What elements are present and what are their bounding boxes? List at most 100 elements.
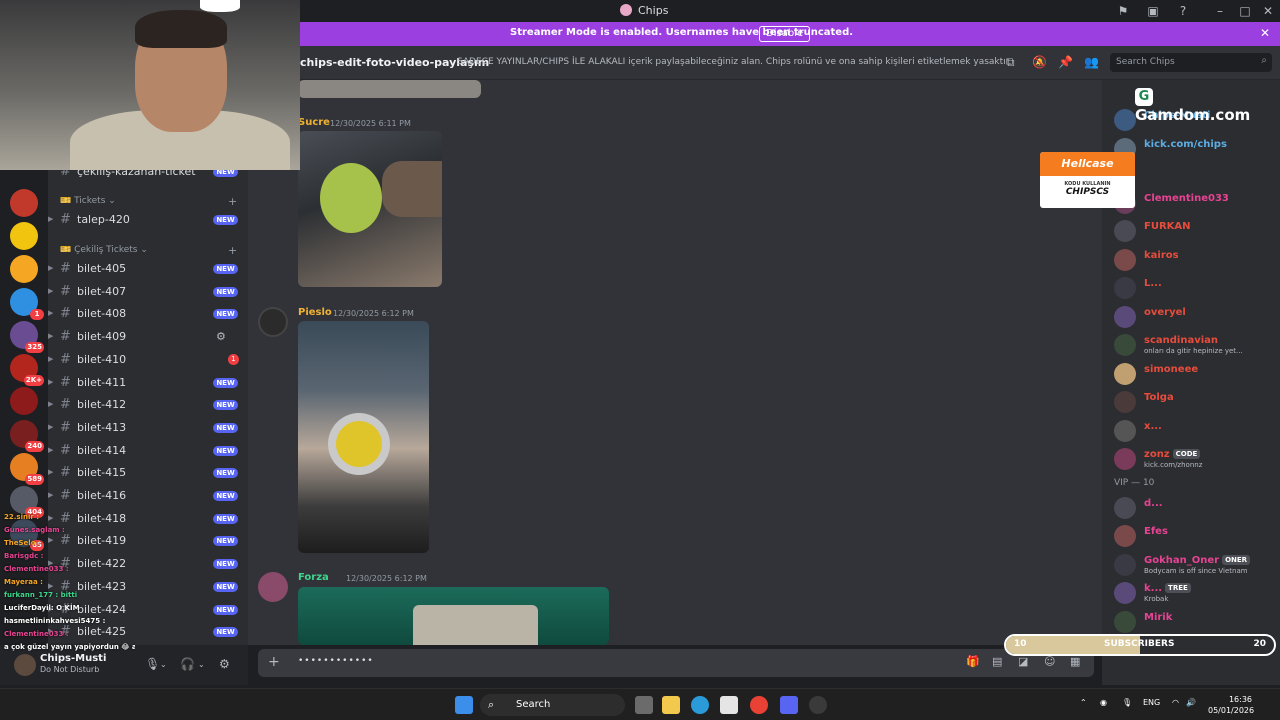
channel-item-bilet-414[interactable]: ▶ # bilet-414 NEW (48, 441, 248, 461)
member-item[interactable]: x... (1114, 419, 1280, 443)
server-icon[interactable] (10, 255, 38, 283)
category-cekilis-tickets[interactable]: 🎫 Çekiliş Tickets ⌄ + (60, 244, 237, 257)
task-view-icon[interactable] (635, 696, 653, 714)
windows-start-icon[interactable] (455, 696, 473, 714)
server-icon[interactable]: 325 (10, 321, 44, 353)
member-item[interactable]: Mirik (1114, 610, 1280, 634)
channel-item-talep-420[interactable]: ▶ # talep-420 NEW (48, 210, 248, 230)
screen-share-icon[interactable]: ▣ (1145, 3, 1161, 19)
system-clock[interactable]: 16:36 05/01/2026 (1208, 694, 1254, 716)
member-item[interactable]: kairos (1114, 248, 1280, 272)
attachment-image-yellow-watch[interactable] (298, 321, 429, 553)
channel-item-bilet-416[interactable]: ▶ # bilet-416 NEW (48, 486, 248, 506)
obs-icon[interactable] (809, 696, 827, 714)
tray-chevron-icon[interactable]: ⌃ (1080, 698, 1087, 707)
member-item[interactable]: FURKAN (1114, 219, 1280, 243)
tray-mic-icon[interactable]: 🎙 (1122, 698, 1132, 707)
chevron-down-icon[interactable]: ⌄ (160, 660, 167, 669)
close-window-icon[interactable]: ✕ (1260, 3, 1276, 19)
server-icon[interactable]: 2K+ (10, 354, 44, 386)
channel-item-bilet-405[interactable]: ▶ # bilet-405 NEW (48, 259, 248, 279)
channel-item-bilet-407[interactable]: ▶ # bilet-407 NEW (48, 282, 248, 302)
language-indicator[interactable]: ENG (1143, 698, 1160, 707)
member-item[interactable]: zonz CODE kick.com/zhonnz (1114, 447, 1280, 471)
headphones-icon[interactable]: 🎧 (180, 657, 195, 671)
channel-item-bilet-413[interactable]: ▶ # bilet-413 NEW (48, 418, 248, 438)
sticker-icon[interactable]: ◪ (1018, 655, 1028, 668)
apps-icon[interactable]: ▦ (1070, 655, 1080, 668)
channel-item-bilet-415[interactable]: ▶ # bilet-415 NEW (48, 463, 248, 483)
tray-discord-icon[interactable]: ◉ (1100, 698, 1107, 707)
microphone-icon[interactable]: 🎙 (145, 657, 160, 671)
chevron-down-icon[interactable]: ⌄ (198, 660, 205, 669)
pinned-messages-icon[interactable]: 📌 (1058, 55, 1073, 69)
avatar[interactable] (258, 307, 288, 337)
message-author[interactable]: Forza (298, 572, 329, 583)
channel-topic[interactable]: SADECE YAYINLAR/CHIPS İLE ALAKALI içerik… (457, 57, 1011, 67)
message-timestamp: 12/30/2025 6:12 PM (333, 309, 414, 318)
store-icon[interactable] (720, 696, 738, 714)
avatar (1114, 109, 1136, 131)
edge-icon[interactable] (691, 696, 709, 714)
minimize-icon[interactable]: – (1212, 3, 1228, 19)
server-icon[interactable]: 589 (10, 453, 44, 485)
channel-item-bilet-411[interactable]: ▶ # bilet-411 NEW (48, 373, 248, 393)
message-author[interactable]: Sucre (298, 117, 330, 128)
member-item[interactable]: k... TREE Krobak (1114, 581, 1280, 605)
member-list-icon[interactable]: 👥 (1084, 55, 1099, 69)
maximize-icon[interactable]: □ (1237, 3, 1253, 19)
avatar[interactable] (14, 654, 36, 676)
server-icon[interactable]: 240 (10, 420, 44, 452)
member-item[interactable]: L... (1114, 276, 1280, 300)
member-item[interactable]: kick.com/chips (1114, 137, 1280, 161)
volume-icon[interactable]: 🔊 (1186, 698, 1196, 707)
server-icon[interactable] (10, 189, 38, 217)
taskbar-search[interactable]: ⌕ Search (480, 694, 625, 716)
avatar (1114, 448, 1136, 470)
emoji-icon[interactable]: ☺ (1044, 655, 1055, 668)
member-item[interactable]: simoneee (1114, 362, 1280, 386)
help-icon[interactable]: ? (1175, 3, 1191, 19)
channel-item-bilet-410[interactable]: ▶ # bilet-410 1 (48, 350, 248, 370)
channel-item-bilet-409[interactable]: ▶ # bilet-409 ⚙ (48, 327, 248, 347)
file-explorer-icon[interactable] (662, 696, 680, 714)
message-author[interactable]: Pieslo (298, 307, 332, 318)
member-item[interactable]: Efes (1114, 524, 1280, 548)
discord-icon[interactable] (780, 696, 798, 714)
add-attachment-icon[interactable]: + (268, 654, 280, 670)
member-item[interactable]: d... (1114, 496, 1280, 520)
disable-streamer-mode-button[interactable]: Disable (759, 26, 811, 42)
attachment-image[interactable] (298, 80, 481, 98)
member-item[interactable]: overyel (1114, 305, 1280, 329)
add-channel-icon[interactable]: + (228, 195, 237, 208)
server-icon[interactable]: 1 (10, 288, 44, 320)
add-channel-icon[interactable]: + (228, 244, 237, 257)
channel-item-bilet-408[interactable]: ▶ # bilet-408 NEW (48, 304, 248, 324)
server-icon[interactable] (10, 387, 38, 415)
search-input[interactable]: Search Chips ⌕ (1110, 53, 1272, 72)
chrome-icon[interactable] (750, 696, 768, 714)
banner-close-icon[interactable]: ✕ (1260, 26, 1270, 40)
gift-icon[interactable]: 🎁 (966, 655, 980, 668)
member-name-text: simoneee (1144, 363, 1199, 375)
category-tickets[interactable]: 🎫 Tickets ⌄ + (60, 195, 237, 208)
invite-settings-icon[interactable]: ⚙ (216, 330, 226, 343)
avatar (1114, 334, 1136, 356)
attachment-image-watch-band[interactable] (298, 587, 609, 645)
member-name-text: x... (1144, 420, 1162, 432)
wifi-icon[interactable]: ◠ (1172, 698, 1179, 707)
attachment-image-apple-watch[interactable] (298, 131, 442, 287)
settings-gear-icon[interactable]: ⚙ (219, 657, 230, 671)
avatar[interactable] (258, 572, 288, 602)
server-icon[interactable] (10, 222, 38, 250)
threads-icon[interactable]: ⧉ (1006, 55, 1015, 70)
member-item[interactable]: Clementine033 (1114, 191, 1280, 215)
gif-icon[interactable]: ▤ (992, 655, 1002, 668)
inbox-flag-icon[interactable]: ⚑ (1115, 3, 1131, 19)
notification-bell-icon[interactable]: 🔕 (1032, 55, 1047, 69)
message-composer[interactable]: + •••••••••••• 🎁 ▤ ◪ ☺ ▦ (258, 649, 1094, 677)
member-item[interactable]: Tolga (1114, 390, 1280, 414)
member-item[interactable]: scandinavian onları da gitir hepinize yet… (1114, 333, 1280, 357)
member-item[interactable]: Gokhan_Oner ONER Bodycam is off since Viet… (1114, 553, 1280, 577)
channel-item-bilet-412[interactable]: ▶ # bilet-412 NEW (48, 395, 248, 415)
